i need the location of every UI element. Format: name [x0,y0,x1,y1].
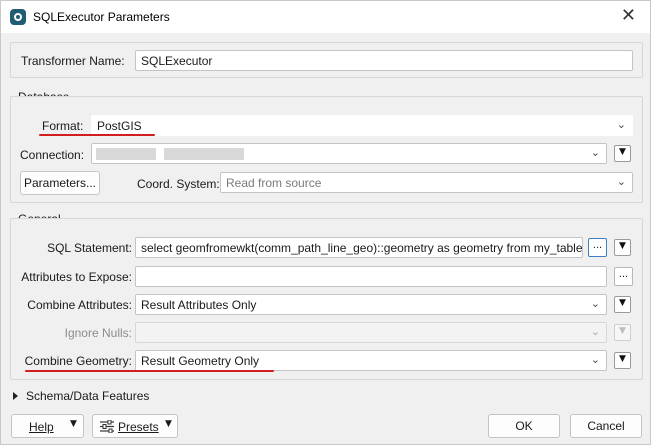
format-annotation-underline [39,134,155,136]
chevron-down-icon: ⌄ [590,146,600,159]
combine-attributes-label: Combine Attributes: [27,298,132,312]
connection-options-arrow[interactable]: ▼ [614,145,631,162]
transformer-group: Transformer Name: SQLExecutor [10,42,643,78]
parameters-button[interactable]: Parameters... [20,171,100,195]
attributes-to-expose-label: Attributes to Expose: [21,270,132,284]
coord-system-label: Coord. System: [137,177,220,191]
coord-system-dropdown[interactable]: Read from source ⌄ [220,172,633,193]
database-group: Format: PostGIS ⌄ Connection: ⌄ ▼ Parame… [10,96,643,203]
chevron-down-icon: ⌄ [616,118,626,131]
format-value: PostGIS [97,119,142,133]
attributes-to-expose-editor-button[interactable]: ... [614,267,633,286]
presets-button[interactable]: Presets ▼ [92,414,178,438]
redacted-connection-blur [96,148,156,160]
combine-attributes-dropdown[interactable]: Result Attributes Only ⌄ [135,294,607,315]
ok-button[interactable]: OK [488,414,560,438]
combine-geometry-label: Combine Geometry: [24,354,132,368]
format-label: Format: [42,119,84,133]
expand-triangle-icon [13,392,18,400]
help-button[interactable]: Help ▼ [11,414,84,438]
chevron-down-icon: ⌄ [590,353,600,366]
ignore-nulls-dropdown: ⌄ [135,322,607,343]
attributes-to-expose-input[interactable] [135,266,607,287]
redacted-connection-blur [164,148,244,160]
general-group: SQL Statement: select geomfromewkt(comm_… [10,218,643,380]
chevron-down-icon: ⌄ [616,175,626,188]
ignore-nulls-label: Ignore Nulls: [64,326,132,340]
combine-geometry-value: Result Geometry Only [141,354,260,368]
combine-geometry-annotation-underline [25,370,274,372]
combine-geometry-options-arrow[interactable]: ▼ [614,352,631,369]
window-title: SQLExecutor Parameters [33,10,170,24]
chevron-down-icon: ⌄ [590,297,600,310]
combine-geometry-dropdown[interactable]: Result Geometry Only ⌄ [135,350,607,371]
chevron-down-icon: ⌄ [590,325,600,338]
dialog-window: SQLExecutor Parameters ✕ Transformer Nam… [0,0,651,445]
schema-data-features-label: Schema/Data Features [26,389,150,403]
close-icon[interactable]: ✕ [621,6,636,26]
coord-system-value: Read from source [226,176,322,190]
connection-label: Connection: [20,148,85,162]
combine-attributes-options-arrow[interactable]: ▼ [614,296,631,313]
transformer-name-label: Transformer Name: [21,54,125,68]
app-icon [10,9,26,25]
presets-dropdown-arrow[interactable]: ▼ [165,419,172,429]
sql-statement-options-arrow[interactable]: ▼ [614,239,631,256]
sql-statement-editor-button[interactable]: ... [588,238,607,257]
cancel-button[interactable]: Cancel [570,414,642,438]
presets-label: Presets [118,420,159,434]
help-label: Help [29,420,54,434]
format-dropdown[interactable]: PostGIS ⌄ [91,115,633,136]
connection-dropdown[interactable]: ⌄ [91,143,607,164]
combine-attributes-value: Result Attributes Only [141,298,257,312]
sql-statement-input[interactable]: select geomfromewkt(comm_path_line_geo):… [135,237,583,258]
sql-statement-label: SQL Statement: [47,241,132,255]
schema-data-features-expander[interactable]: Schema/Data Features [13,389,149,403]
transformer-name-input[interactable]: SQLExecutor [135,50,633,71]
help-dropdown-arrow[interactable]: ▼ [70,419,77,429]
title-bar: SQLExecutor Parameters ✕ [1,1,650,33]
ignore-nulls-options-arrow: ▼ [614,324,631,341]
presets-sliders-icon [100,420,114,433]
